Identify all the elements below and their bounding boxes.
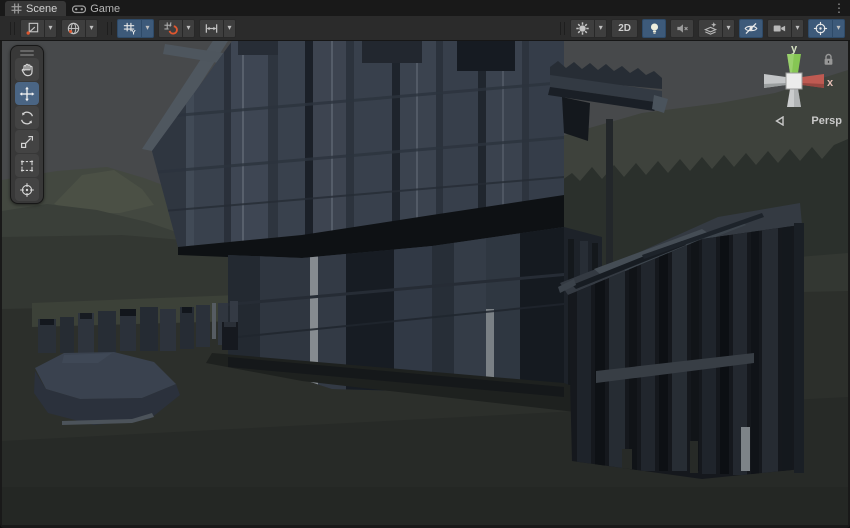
projection-toggle[interactable]: Persp	[750, 115, 842, 127]
lighting-icon	[647, 21, 662, 36]
grid-axis-dropdown[interactable]: ▾	[141, 19, 154, 38]
pivot-mode-button[interactable]	[20, 19, 44, 38]
transform-tool-button[interactable]	[15, 178, 39, 201]
orientation-dropdown[interactable]: ▾	[85, 19, 98, 38]
effects-button[interactable]	[698, 19, 722, 38]
gizmo-center-cube[interactable]	[786, 73, 802, 89]
axis-x-label: x	[827, 77, 834, 89]
draw-mode-group: ▾	[570, 19, 607, 38]
gizmos-icon	[813, 21, 828, 36]
camera-settings-dropdown[interactable]: ▾	[791, 19, 804, 38]
tree-trunk	[606, 119, 613, 283]
increment-snap-button[interactable]	[199, 19, 223, 38]
unity-editor-window: Scene Game ⋮ ▾	[0, 0, 850, 528]
scene-render	[2, 41, 848, 525]
window-menu-button[interactable]: ⋮	[833, 0, 845, 16]
orientation-button[interactable]	[61, 19, 85, 38]
view-tool-button[interactable]	[15, 58, 39, 81]
visibility-icon	[743, 21, 759, 36]
tab-scene[interactable]: Scene	[5, 1, 66, 16]
move-tool-button[interactable]	[15, 82, 39, 105]
scale-tool-button[interactable]	[15, 130, 39, 153]
axis-y-label: y	[791, 43, 798, 55]
scene-grid-icon	[11, 3, 22, 14]
shed-light-plank	[741, 427, 750, 471]
view-options-cluster: ▾ 2D	[555, 19, 845, 38]
scene-lighting-button[interactable]	[642, 19, 666, 38]
increment-snap-icon	[204, 21, 219, 36]
increment-snap-group: ▾	[199, 19, 236, 38]
orientation-icon	[66, 21, 81, 36]
tab-game[interactable]: Game	[66, 1, 129, 16]
rotate-tool-icon	[19, 110, 35, 126]
shed-corner-post	[794, 223, 804, 473]
audio-icon	[675, 21, 690, 36]
svg-text:Y: Y	[131, 29, 136, 35]
overlay-separator	[560, 22, 565, 35]
camera-icon	[772, 21, 787, 36]
tab-bar: Scene Game ⋮	[0, 0, 850, 16]
grid-axis-icon: Y	[122, 21, 137, 36]
transform-tool-icon	[19, 182, 35, 198]
snap-grid-group: ▾	[158, 19, 195, 38]
scale-tool-icon	[19, 134, 35, 150]
snap-to-grid-dropdown[interactable]: ▾	[182, 19, 195, 38]
move-tool-icon	[19, 86, 35, 102]
draw-mode-icon	[575, 21, 590, 36]
rect-tool-button[interactable]	[15, 154, 39, 177]
draw-mode-button[interactable]	[570, 19, 594, 38]
increment-snap-dropdown[interactable]: ▾	[223, 19, 236, 38]
projection-label: Persp	[811, 115, 842, 127]
tab-game-label: Game	[90, 3, 120, 15]
grid-visibility-group: Y ▾	[117, 19, 154, 38]
grid-axis-button[interactable]: Y	[117, 19, 141, 38]
pivot-mode-dropdown[interactable]: ▾	[44, 19, 57, 38]
gizmos-button[interactable]	[808, 19, 832, 38]
scene-toolbar: ▾ ▾ Y	[0, 16, 850, 41]
gizmos-dropdown[interactable]: ▾	[832, 19, 845, 38]
foreground-vignette	[2, 487, 848, 525]
draw-mode-dropdown[interactable]: ▾	[594, 19, 607, 38]
tools-overlay	[10, 45, 44, 204]
snap-to-grid-button[interactable]	[158, 19, 182, 38]
orientation-group: ▾	[61, 19, 98, 38]
effects-dropdown[interactable]: ▾	[722, 19, 735, 38]
pivot-mode-group: ▾	[20, 19, 57, 38]
scene-audio-button[interactable]	[670, 19, 694, 38]
rotate-tool-button[interactable]	[15, 106, 39, 129]
lock-icon	[823, 53, 834, 66]
overlay-drag-handle[interactable]	[13, 48, 41, 57]
tab-scene-label: Scene	[26, 3, 57, 15]
persp-arrow-icon	[775, 116, 784, 126]
snap-grid-icon	[163, 21, 178, 36]
scene-visibility-button[interactable]	[739, 19, 763, 38]
effects-group: ▾	[698, 19, 735, 38]
gizmos-group: ▾	[808, 19, 845, 38]
rect-tool-icon	[19, 158, 35, 174]
overlay-separator	[10, 22, 15, 35]
camera-settings-button[interactable]	[767, 19, 791, 38]
hand-tool-icon	[19, 62, 35, 78]
2d-mode-button[interactable]: 2D	[611, 19, 638, 38]
effects-icon	[703, 21, 718, 36]
camera-settings-group: ▾	[767, 19, 804, 38]
game-gamepad-icon	[72, 4, 86, 14]
orientation-gizmo: y x Persp	[750, 43, 842, 127]
overlay-separator	[107, 22, 112, 35]
scene-viewport[interactable]: y x Persp	[2, 41, 848, 525]
gizmo-lock[interactable]	[823, 53, 834, 66]
pivot-icon	[25, 21, 40, 36]
